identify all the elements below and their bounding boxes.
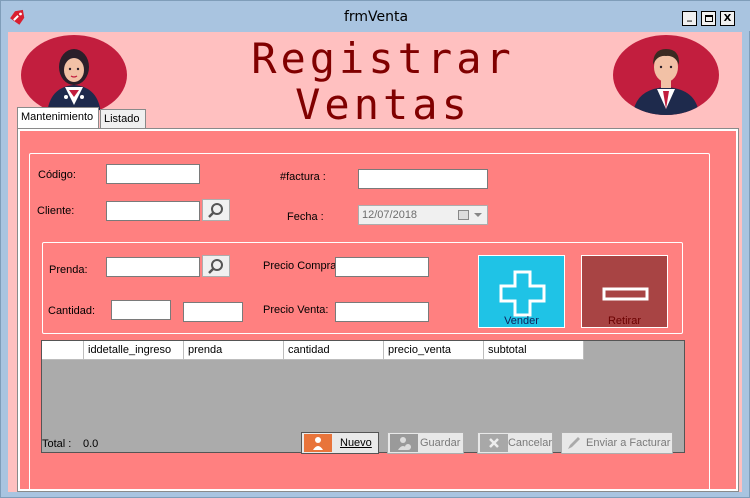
add-user-icon bbox=[390, 434, 418, 452]
nuevo-button[interactable]: Nuevo bbox=[301, 432, 379, 454]
grid-header-precio-venta[interactable]: precio_venta bbox=[384, 341, 484, 360]
male-avatar-image bbox=[613, 35, 719, 115]
close-icon: X bbox=[723, 12, 732, 24]
plus-icon bbox=[499, 270, 546, 317]
minimize-button[interactable]: _ bbox=[682, 11, 697, 26]
grid-header-iddetalle-ingreso[interactable]: iddetalle_ingreso bbox=[84, 341, 184, 360]
fecha-label: Fecha : bbox=[287, 211, 324, 223]
tab-listado[interactable]: Listado bbox=[100, 109, 146, 129]
nuevo-label: Nuevo bbox=[340, 437, 372, 449]
close-button[interactable]: X bbox=[720, 11, 735, 26]
vender-button[interactable]: Vender bbox=[478, 255, 565, 328]
factura-label: #factura : bbox=[280, 171, 326, 183]
search-icon bbox=[208, 203, 223, 218]
pencil-icon bbox=[564, 434, 584, 452]
frm-venta-window: frmVenta _ X Registrar Ventas Mantenimie… bbox=[0, 0, 750, 498]
maximize-icon bbox=[704, 15, 713, 22]
cliente-label: Cliente: bbox=[37, 205, 75, 217]
close-icon bbox=[480, 434, 508, 452]
guardar-button[interactable]: Guardar bbox=[387, 432, 464, 454]
fecha-value: 12/07/2018 bbox=[362, 209, 418, 221]
precio-venta-label: Precio Venta: bbox=[263, 304, 329, 316]
precio-venta-input[interactable] bbox=[335, 302, 429, 322]
title-bar[interactable]: frmVenta _ X bbox=[1, 1, 750, 31]
search-cliente-button[interactable] bbox=[202, 199, 230, 221]
prenda-input[interactable] bbox=[106, 257, 200, 277]
minimize-icon: _ bbox=[687, 10, 692, 22]
tab-mantenimiento[interactable]: Mantenimiento bbox=[17, 107, 99, 128]
codigo-input[interactable] bbox=[106, 164, 200, 184]
new-user-icon bbox=[304, 434, 332, 452]
grid-header-cantidad[interactable]: cantidad bbox=[284, 341, 384, 360]
precio-compra-input[interactable] bbox=[335, 257, 429, 277]
calendar-icon bbox=[458, 210, 469, 220]
page-title-line1: Registrar bbox=[251, 34, 515, 83]
maximize-button[interactable] bbox=[701, 11, 716, 26]
grid-header-prenda[interactable]: prenda bbox=[184, 341, 284, 360]
retirar-button[interactable]: Retirar bbox=[581, 255, 668, 328]
retirar-label: Retirar bbox=[607, 315, 641, 327]
chevron-down-icon bbox=[474, 213, 482, 217]
search-prenda-button[interactable] bbox=[202, 255, 230, 277]
cancelar-label: Cancelar bbox=[507, 437, 552, 449]
codigo-label: Código: bbox=[38, 169, 76, 181]
enviar-facturar-button[interactable]: Enviar a Facturar bbox=[561, 432, 673, 454]
page-title-line2: Ventas bbox=[295, 80, 471, 129]
window-title: frmVenta bbox=[343, 9, 409, 25]
grid-header-subtotal[interactable]: subtotal bbox=[484, 341, 584, 360]
female-avatar-image bbox=[21, 35, 127, 115]
search-icon bbox=[208, 259, 223, 274]
prenda-label: Prenda: bbox=[49, 264, 88, 276]
cancelar-button[interactable]: Cancelar bbox=[477, 432, 553, 454]
cliente-input[interactable] bbox=[106, 201, 200, 221]
enviar-facturar-label: Enviar a Facturar bbox=[586, 437, 671, 449]
cantidad-label: Cantidad: bbox=[48, 305, 96, 317]
precio-compra-label: Precio Compra: bbox=[263, 260, 340, 272]
form-client-area: Registrar Ventas Mantenimiento Listado C… bbox=[8, 32, 742, 492]
guardar-label: Guardar bbox=[420, 437, 461, 449]
total-value: 0.0 bbox=[83, 438, 99, 450]
fecha-datepicker[interactable]: 12/07/2018 bbox=[358, 205, 488, 225]
factura-input[interactable] bbox=[358, 169, 488, 189]
cantidad-input[interactable] bbox=[111, 300, 171, 320]
minus-icon bbox=[602, 287, 649, 301]
vender-label: Vender bbox=[504, 315, 539, 327]
tab-mantenimiento-label: Mantenimiento bbox=[21, 111, 94, 123]
tab-listado-label: Listado bbox=[104, 113, 140, 125]
total-label: Total : bbox=[42, 438, 72, 450]
cantidad-extra-input[interactable] bbox=[183, 302, 243, 322]
grid-row-header-corner bbox=[42, 341, 84, 360]
